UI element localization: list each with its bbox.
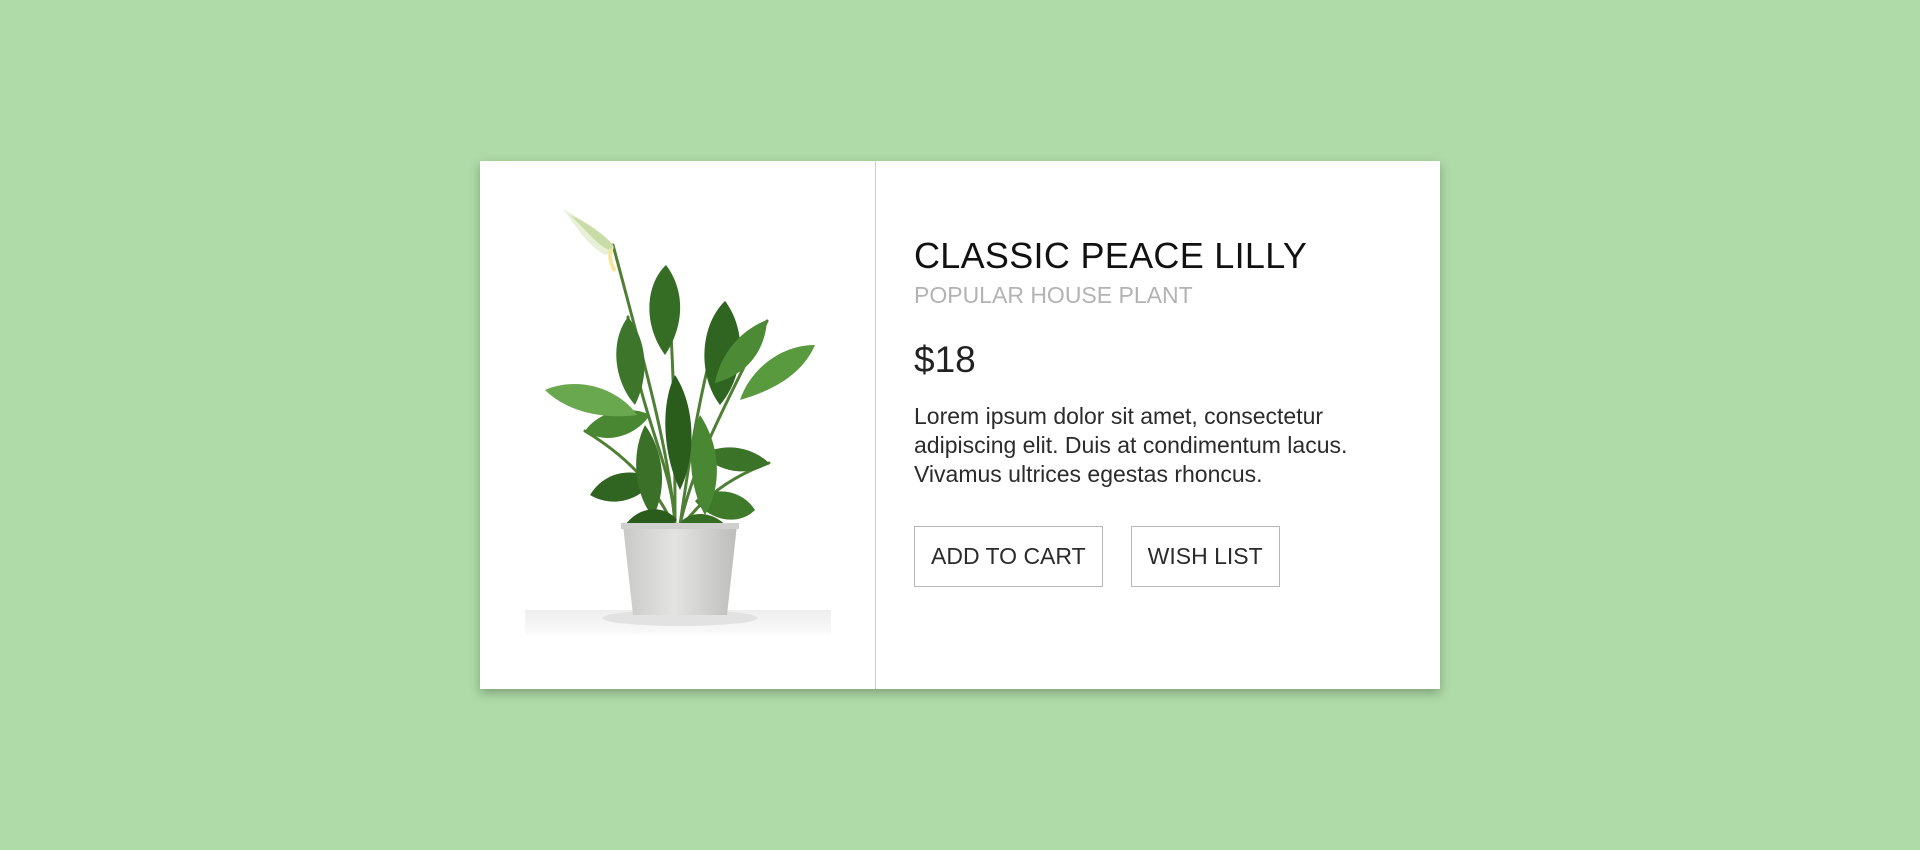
product-price: $18 <box>914 339 976 380</box>
product-card: CLASSIC PEACE LILLY POPULAR HOUSE PLANT … <box>480 161 1440 689</box>
product-subtitle: POPULAR HOUSE PLANT <box>914 282 1193 308</box>
wish-list-button[interactable]: WISH LIST <box>1130 526 1280 587</box>
potted-plant-image <box>525 209 831 634</box>
product-image-pane <box>480 161 876 689</box>
product-title: CLASSIC PEACE LILLY <box>914 235 1308 276</box>
product-actions: ADD TO CART WISH LIST <box>914 526 1440 587</box>
add-to-cart-button[interactable]: ADD TO CART <box>914 526 1103 587</box>
product-info-pane: CLASSIC PEACE LILLY POPULAR HOUSE PLANT … <box>876 161 1440 689</box>
product-description: Lorem ipsum dolor sit amet, consectetur … <box>914 403 1348 487</box>
